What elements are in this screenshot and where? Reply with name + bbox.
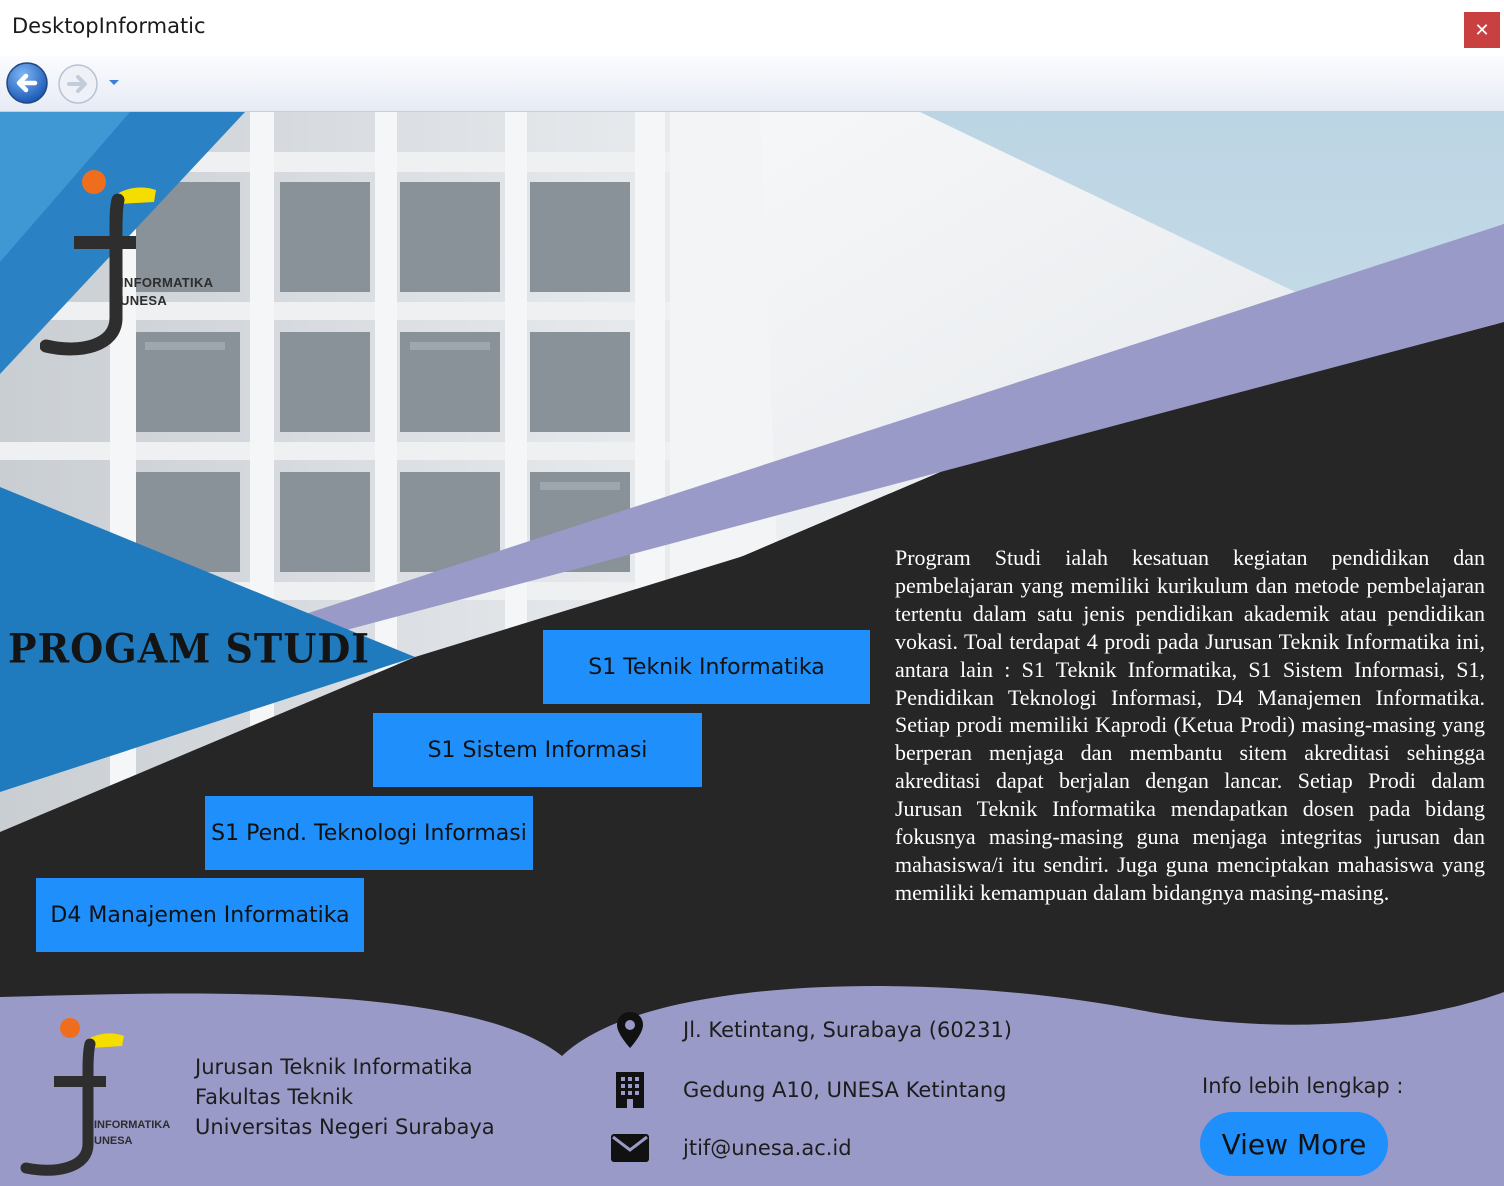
program-button-s1-teknik-informatika[interactable]: S1 Teknik Informatika: [543, 630, 870, 704]
program-button-s1-sistem-informasi[interactable]: S1 Sistem Informasi: [373, 713, 702, 787]
footer-university: Universitas Negeri Surabaya: [195, 1115, 495, 1139]
contact-building-text: Gedung A10, UNESA Ketintang: [683, 1078, 1007, 1102]
page-heading: PROGAM STUDI: [8, 624, 371, 673]
logo-caption: INFORMATIKA UNESA: [120, 274, 213, 310]
contact-email-text[interactable]: jtif@unesa.ac.id: [683, 1136, 852, 1160]
window-titlebar: DesktopInformatic ✕: [0, 0, 1504, 56]
informatika-logo-icon: [40, 170, 156, 356]
logo-line-2: UNESA: [120, 293, 168, 308]
footer-institution: Jurusan Teknik Informatika Fakultas Tekn…: [195, 1052, 495, 1142]
main-content: INFORMATIKA UNESA PROGAM STUDI S1 Teknik…: [0, 112, 1504, 1186]
close-button[interactable]: ✕: [1464, 12, 1500, 48]
footer-logo-icon: INFORMATIKA UNESA: [20, 1018, 170, 1176]
location-pin-icon: [610, 1010, 650, 1050]
info-label: Info lebih lengkap :: [1202, 1074, 1404, 1098]
footer-logo-line-1: INFORMATIKA: [94, 1119, 170, 1131]
contact-address-text: Jl. Ketintang, Surabaya (60231): [683, 1018, 1012, 1042]
program-description: Program Studi ialah kesatuan kegiatan pe…: [895, 545, 1485, 905]
program-button-s1-pend-teknologi-informasi[interactable]: S1 Pend. Teknologi Informasi: [205, 796, 533, 870]
footer-logo-line-2: UNESA: [94, 1135, 133, 1147]
envelope-icon: [610, 1128, 650, 1168]
contact-email: jtif@unesa.ac.id: [610, 1128, 852, 1168]
close-icon: ✕: [1474, 19, 1490, 41]
back-arrow-icon[interactable]: [5, 61, 49, 105]
chevron-down-icon[interactable]: [106, 76, 122, 88]
footer-faculty: Fakultas Teknik: [195, 1085, 354, 1109]
building-icon: [610, 1070, 650, 1110]
navigation-bar: [0, 56, 1504, 112]
program-button-d4-manajemen-informatika[interactable]: D4 Manajemen Informatika: [36, 878, 364, 952]
window-title: DesktopInformatic: [12, 14, 206, 38]
forward-arrow-icon[interactable]: [56, 62, 100, 106]
contact-address: Jl. Ketintang, Surabaya (60231): [610, 1010, 1012, 1050]
footer-department: Jurusan Teknik Informatika: [195, 1055, 473, 1079]
view-more-button[interactable]: View More: [1200, 1112, 1388, 1176]
contact-building: Gedung A10, UNESA Ketintang: [610, 1070, 1006, 1110]
logo-line-1: INFORMATIKA: [120, 275, 214, 290]
